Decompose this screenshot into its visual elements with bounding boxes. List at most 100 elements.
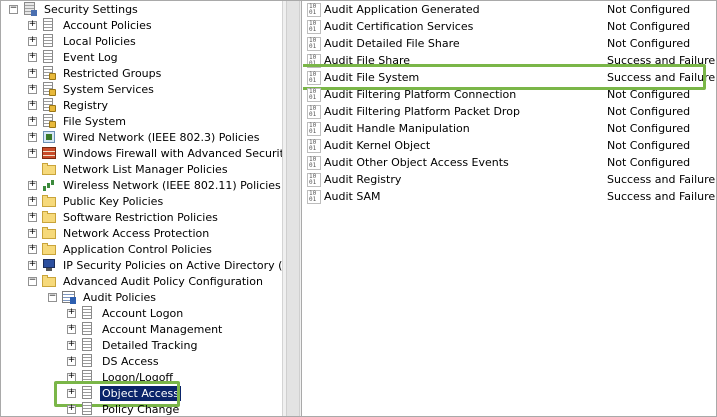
tree-item-label: Wireless Network (IEEE 802.11) Policies	[63, 178, 281, 192]
expand-icon[interactable]: +	[28, 212, 37, 222]
folder-icon	[41, 241, 57, 257]
expand-icon[interactable]: +	[67, 324, 76, 334]
expand-icon[interactable]: +	[28, 100, 37, 110]
policy-row[interactable]: Audit Filtering Platform Packet Drop Not …	[303, 103, 716, 120]
tree-item[interactable]: + File System	[28, 113, 128, 129]
window: − Security Settings + Account Policies + Loca…	[0, 0, 717, 417]
folder-lock-icon	[41, 113, 57, 129]
tree-item-label: Detailed Tracking	[102, 338, 198, 352]
policy-doc-icon	[80, 353, 96, 369]
policy-row[interactable]: Audit Handle Manipulation Not Configured	[303, 120, 716, 137]
expand-icon[interactable]: +	[28, 244, 37, 254]
policy-doc-icon	[80, 305, 96, 321]
expand-icon[interactable]: +	[28, 20, 37, 30]
policy-doc-icon	[80, 321, 96, 337]
expand-icon[interactable]: +	[28, 116, 37, 126]
tree-item[interactable]: + Account Policies	[28, 17, 154, 33]
tree-item[interactable]: − Security Settings	[9, 1, 140, 17]
policy-name: Audit Filtering Platform Packet Drop	[324, 105, 520, 118]
tree-item-label: IP Security Policies on Active Directory…	[63, 258, 282, 272]
tree-item-label: DS Access	[102, 354, 159, 368]
tree-item[interactable]: + IP Security Policies on Active Director…	[28, 257, 282, 273]
tree-item[interactable]: + DS Access	[67, 353, 161, 369]
collapse-icon[interactable]: −	[28, 276, 37, 286]
tree-item-label: Wired Network (IEEE 802.3) Policies	[63, 130, 260, 144]
tree-item[interactable]: + Network Access Protection	[28, 225, 211, 241]
tree-item-label: Account Policies	[63, 18, 152, 32]
expand-icon[interactable]: +	[28, 132, 37, 142]
policy-row[interactable]: Audit Other Object Access Events Not Conf…	[303, 154, 716, 171]
policy-row[interactable]: Audit Application Generated Not Configure…	[303, 1, 716, 18]
expand-icon[interactable]: +	[67, 308, 76, 318]
expand-icon[interactable]: +	[28, 84, 37, 94]
tree-item[interactable]: + Local Policies	[28, 33, 138, 49]
security-settings-icon	[22, 1, 38, 17]
tree-item-label: Security Settings	[44, 2, 138, 16]
collapse-icon[interactable]: −	[48, 292, 57, 302]
tree-item[interactable]: + System Services	[28, 81, 156, 97]
tree-item-label: File System	[63, 114, 126, 128]
tree-item[interactable]: + Event Log	[28, 49, 120, 65]
collapse-icon[interactable]: −	[9, 4, 18, 14]
expand-icon[interactable]: +	[67, 340, 76, 350]
policy-row[interactable]: Audit Kernel Object Not Configured	[303, 137, 716, 154]
policy-row[interactable]: Audit Registry Success and Failure	[303, 171, 716, 188]
tree-scrollbar-thumb[interactable]	[286, 1, 300, 416]
tree-item[interactable]: + Wireless Network (IEEE 802.11) Policies	[28, 177, 282, 193]
expand-icon[interactable]: +	[67, 356, 76, 366]
tree-item[interactable]: + Restricted Groups	[28, 65, 163, 81]
policy-setting: Success and Failure	[607, 190, 716, 203]
policy-row[interactable]: Audit Detailed File Share Not Configured	[303, 35, 716, 52]
policy-name: Audit Other Object Access Events	[324, 156, 509, 169]
policy-row[interactable]: Audit Filtering Platform Connection Not C…	[303, 86, 716, 103]
folder-doc-icon	[41, 17, 57, 33]
tree-item-label: Account Management	[102, 322, 223, 336]
expand-icon[interactable]: +	[28, 228, 37, 238]
tree-item[interactable]: + Wired Network (IEEE 802.3) Policies	[28, 129, 262, 145]
tree-item[interactable]: + Software Restriction Policies	[28, 209, 220, 225]
policy-row[interactable]: Audit Certification Services Not Configur…	[303, 18, 716, 35]
tree-item[interactable]: + Registry	[28, 97, 110, 113]
tree-item-label: Restricted Groups	[63, 66, 162, 80]
expand-icon[interactable]: +	[28, 68, 37, 78]
tree-item-label: Network Access Protection	[63, 226, 210, 240]
tree-item[interactable]: + Public Key Policies	[28, 193, 165, 209]
audit-policy-icon	[307, 104, 321, 119]
expand-icon[interactable]: +	[28, 180, 37, 190]
folder-icon	[41, 209, 57, 225]
expand-icon[interactable]: +	[28, 36, 37, 46]
policy-name: Audit Filtering Platform Connection	[324, 88, 517, 101]
policy-row[interactable]: Audit SAM Success and Failure	[303, 188, 716, 205]
tree-item-label: Policy Change	[102, 402, 180, 416]
folder-doc-icon	[41, 49, 57, 65]
expand-icon[interactable]: +	[28, 196, 37, 206]
folder-icon	[41, 161, 57, 177]
firewall-icon	[41, 145, 57, 161]
policy-doc-icon	[80, 337, 96, 353]
tree-item[interactable]: + Detailed Tracking	[67, 337, 199, 353]
tree-item[interactable]: Network List Manager Policies	[28, 161, 230, 177]
expand-icon[interactable]: +	[28, 52, 37, 62]
tree-item[interactable]: − Audit Policies	[48, 289, 158, 305]
tree-item-label: Application Control Policies	[63, 242, 212, 256]
pane-splitter[interactable]	[282, 1, 302, 416]
tree-item-label: Local Policies	[63, 34, 136, 48]
policy-name: Audit Certification Services	[324, 20, 474, 33]
policy-setting: Not Configured	[607, 156, 691, 169]
tree-item[interactable]: + Application Control Policies	[28, 241, 214, 257]
tree-item[interactable]: + Windows Firewall with Advanced Security	[28, 145, 282, 161]
folder-icon	[41, 225, 57, 241]
tree-item[interactable]: + Policy Change	[67, 401, 181, 416]
expand-icon[interactable]: +	[28, 260, 37, 270]
expand-icon[interactable]: +	[67, 404, 76, 414]
tree-item[interactable]: + Account Logon	[67, 305, 185, 321]
tree-item[interactable]: − Advanced Audit Policy Configuration	[28, 273, 265, 289]
tree-item[interactable]: + Account Management	[67, 321, 224, 337]
tree-item-label: System Services	[63, 82, 154, 96]
expand-icon[interactable]: +	[28, 148, 37, 158]
network-icon	[41, 129, 57, 145]
audit-policy-icon	[307, 36, 321, 51]
audit-policy-icon	[307, 19, 321, 34]
policy-list: Audit Application Generated Not Configure…	[303, 1, 716, 416]
audit-policy-icon	[307, 2, 321, 17]
